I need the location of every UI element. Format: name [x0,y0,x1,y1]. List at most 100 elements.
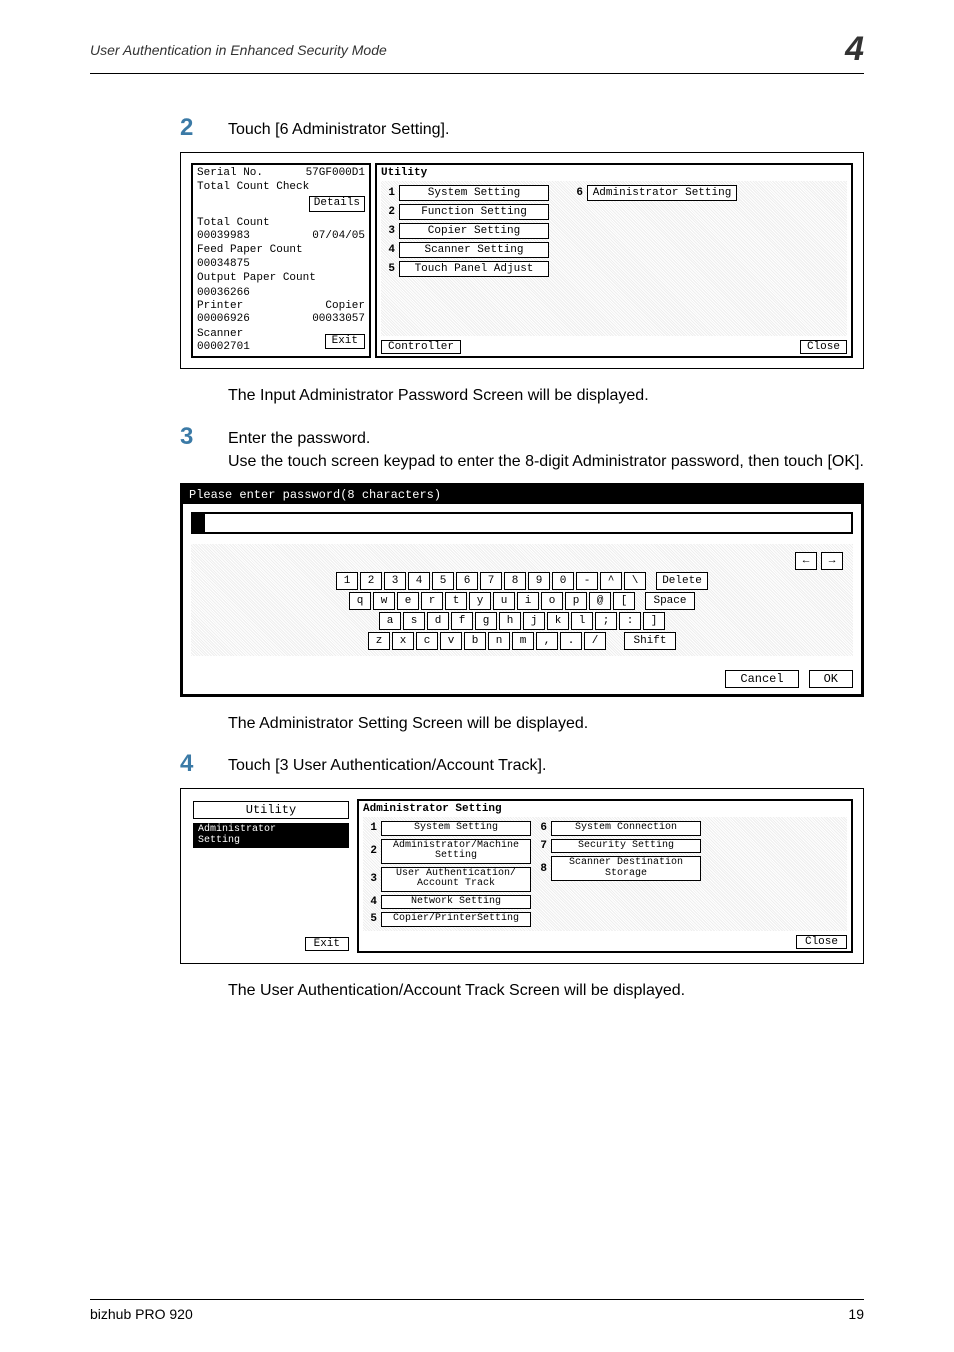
keyboard-key[interactable]: - [576,572,598,590]
keyboard-key[interactable]: 8 [504,572,526,590]
keyboard-key[interactable]: u [493,592,515,610]
serial-label: Serial No. [197,167,263,180]
keyboard-key[interactable]: 7 [480,572,502,590]
menu-item-button[interactable]: Function Setting [399,204,549,220]
menu-item-number: 2 [367,845,377,857]
menu-item-button[interactable]: Scanner Setting [399,242,549,258]
keyboard-key[interactable]: b [464,632,486,650]
keyboard-key[interactable]: l [571,612,593,630]
close-button[interactable]: Close [800,340,847,354]
total-count-label: Total Count [197,217,365,230]
keyboard-key[interactable]: c [416,632,438,650]
administrator-setting-tab[interactable]: Administrator Setting [193,823,349,848]
menu-item-button[interactable]: Scanner Destination Storage [551,856,701,881]
menu-item-button[interactable]: Administrator/Machine Setting [381,839,531,864]
keyboard-key[interactable]: p [565,592,587,610]
keyboard-key[interactable]: t [445,592,467,610]
keyboard-key[interactable]: s [403,612,425,630]
keyboard-key[interactable]: z [368,632,390,650]
output-paper-value: 00036266 [197,287,365,300]
admin-setting-title: Administrator Setting [363,803,847,815]
keyboard-key[interactable]: 4 [408,572,430,590]
keyboard-key[interactable]: x [392,632,414,650]
total-count-value: 00039983 [197,230,250,243]
keyboard-key[interactable]: v [440,632,462,650]
feed-paper-label: Feed Paper Count [197,244,365,257]
keyboard-key[interactable]: f [451,612,473,630]
keyboard-key[interactable]: . [560,632,582,650]
tab-line1: Administrator [198,824,276,835]
keyboard-key[interactable]: ; [595,612,617,630]
menu-item-button[interactable]: Security Setting [551,839,701,854]
serial-value: 57GF000D1 [306,167,365,180]
menu-item-number: 6 [537,822,547,834]
password-screenshot: Please enter password(8 characters) ← → … [180,483,864,697]
keyboard-key[interactable]: r [421,592,443,610]
menu-item-number: 3 [367,873,377,885]
controller-button[interactable]: Controller [381,340,461,354]
keyboard-key[interactable]: e [397,592,419,610]
menu-item-button[interactable]: System Setting [381,821,531,836]
keyboard-key[interactable]: g [475,612,497,630]
scanner-label: Scanner [197,328,250,341]
exit-button[interactable]: Exit [305,937,349,951]
menu-item-number: 3 [385,225,395,237]
keyboard-key[interactable]: , [536,632,558,650]
shift-key[interactable]: Shift [624,632,676,650]
menu-item-number: 8 [537,863,547,875]
step-number-2: 2 [180,114,228,142]
keyboard-key[interactable]: 2 [360,572,382,590]
exit-button[interactable]: Exit [325,334,365,349]
keyboard-key[interactable]: 6 [456,572,478,590]
keyboard-key[interactable]: ^ [600,572,622,590]
keyboard-key[interactable]: h [499,612,521,630]
utility-tab[interactable]: Utility [193,801,349,819]
keyboard-key[interactable]: [ [613,592,635,610]
menu-item-number: 6 [573,187,583,199]
printer-value: 00006926 [197,313,250,326]
keyboard-key[interactable]: y [469,592,491,610]
menu-item-number: 1 [367,822,377,834]
keyboard-key[interactable]: m [512,632,534,650]
menu-item-button[interactable]: System Connection [551,821,701,836]
keyboard-key[interactable]: ] [643,612,665,630]
menu-item-button[interactable]: User Authentication/ Account Track [381,867,531,892]
delete-key[interactable]: Delete [656,572,708,590]
keyboard-key[interactable]: : [619,612,641,630]
menu-item-number: 1 [385,187,395,199]
keyboard-key[interactable]: w [373,592,395,610]
keyboard-key[interactable]: q [349,592,371,610]
details-button[interactable]: Details [309,196,365,211]
password-input[interactable] [191,512,853,534]
menu-item-button[interactable]: Copier Setting [399,223,549,239]
keyboard-key[interactable]: 3 [384,572,406,590]
keyboard-key[interactable]: a [379,612,401,630]
keyboard-key[interactable]: i [517,592,539,610]
menu-item-button[interactable]: Network Setting [381,895,531,910]
ok-button[interactable]: OK [809,670,853,688]
menu-item-button[interactable]: System Setting [399,185,549,201]
menu-item-button[interactable]: Touch Panel Adjust [399,261,549,277]
keyboard-key[interactable]: n [488,632,510,650]
arrow-right-key[interactable]: → [821,552,843,570]
keyboard-key[interactable]: / [584,632,606,650]
space-key[interactable]: Space [645,592,695,610]
keyboard-key[interactable]: j [523,612,545,630]
step-number-4: 4 [180,750,228,778]
keyboard-key[interactable]: o [541,592,563,610]
keyboard-key[interactable]: 0 [552,572,574,590]
keyboard-key[interactable]: k [547,612,569,630]
keyboard-key[interactable]: 9 [528,572,550,590]
arrow-left-key[interactable]: ← [795,552,817,570]
keyboard-key[interactable]: \ [624,572,646,590]
administrator-setting-button[interactable]: Administrator Setting [587,185,737,201]
footer-page-number: 19 [848,1306,864,1322]
keyboard-key[interactable]: @ [589,592,611,610]
keyboard-key[interactable]: d [427,612,449,630]
cursor [193,514,205,532]
close-button[interactable]: Close [796,935,847,949]
keyboard-key[interactable]: 1 [336,572,358,590]
menu-item-button[interactable]: Copier/PrinterSetting [381,912,531,927]
keyboard-key[interactable]: 5 [432,572,454,590]
cancel-button[interactable]: Cancel [725,670,798,688]
